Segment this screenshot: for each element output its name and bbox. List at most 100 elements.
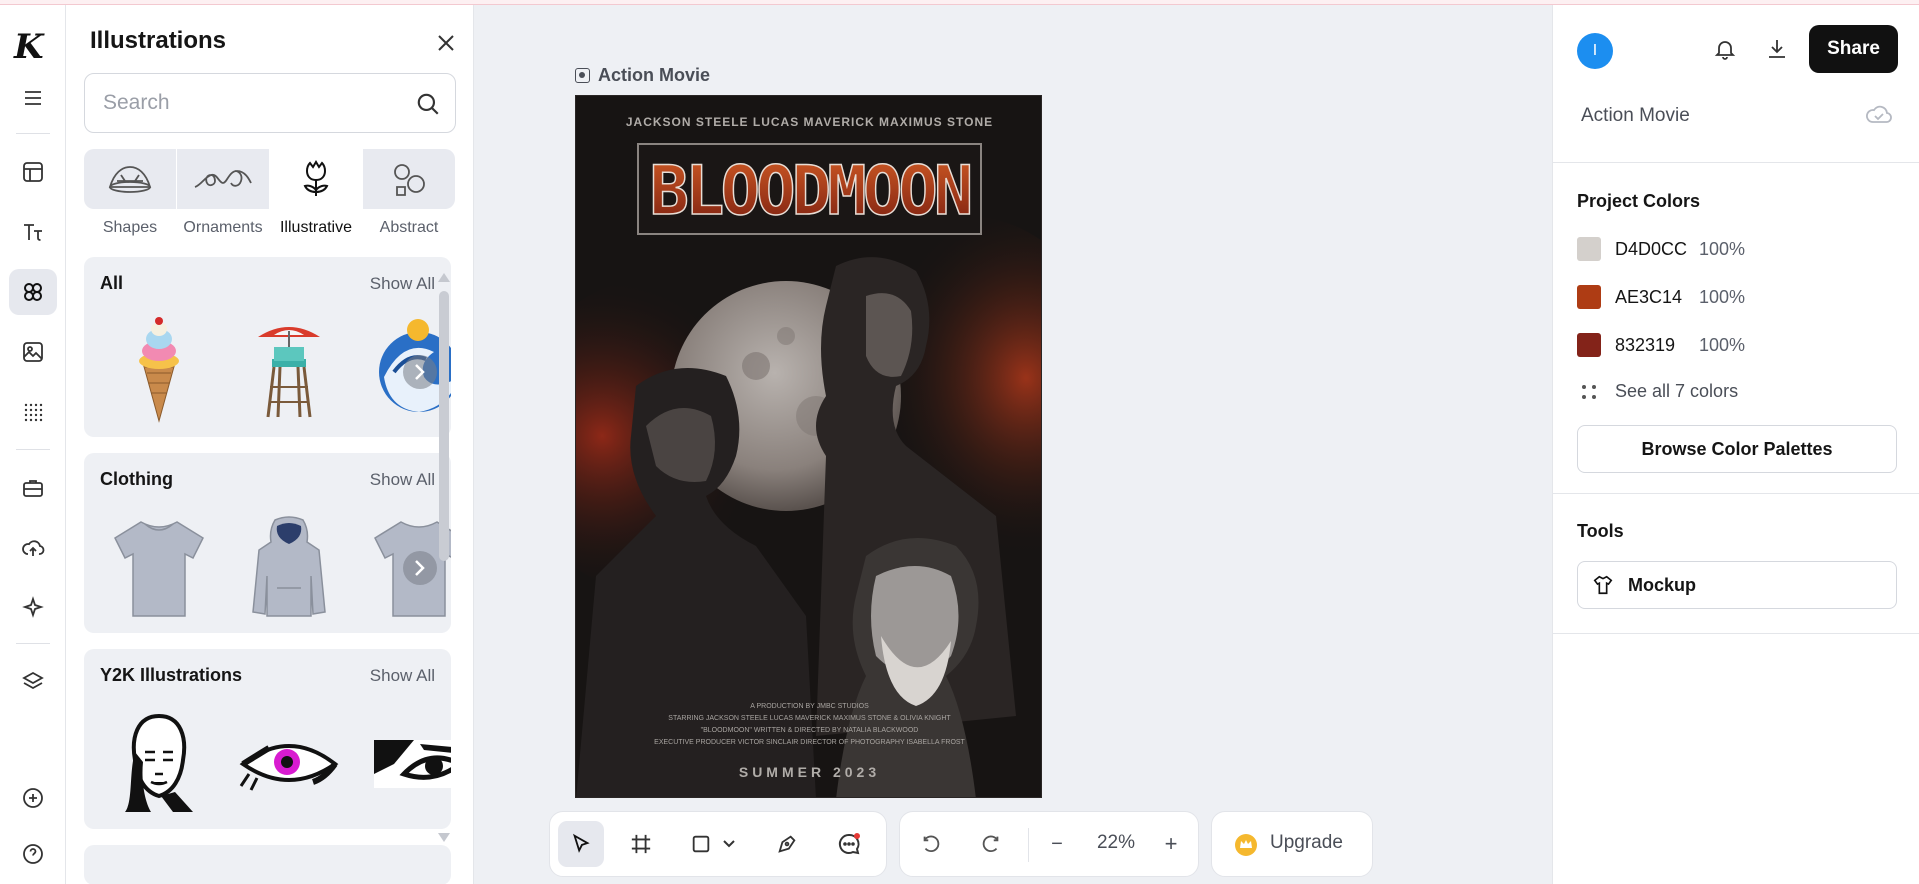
illustrations-list[interactable]: All Show All Clothing Show All Y2K Illus… [84,257,456,884]
tools-toolbar [549,811,887,877]
chevron-down-icon[interactable] [716,821,742,867]
templates-icon[interactable] [9,149,57,195]
text-icon[interactable] [9,209,57,255]
scroll-down-icon[interactable] [438,833,450,842]
color-row[interactable]: 832319 100% [1577,331,1745,359]
section-title: Clothing [100,469,173,489]
uploads-icon[interactable] [9,525,57,571]
photos-icon[interactable] [9,329,57,375]
section-title: Y2K Illustrations [100,665,243,685]
section-next [84,845,451,884]
tab-abstract[interactable]: Abstract [363,149,456,241]
tab-label: Illustrative [279,219,353,236]
rail-divider [16,133,50,134]
zoom-out-button[interactable]: − [1034,821,1080,867]
toolbar-divider [1028,828,1029,862]
poster-credit-line: A PRODUCTION BY JMBC STUDIOS [750,703,869,710]
poster-credit-line: "BLOODMOON" WRITTEN & DIRECTED BY NATALI… [701,727,919,734]
poster-credit-line: EXECUTIVE PRODUCER VICTOR SINCLAIR DIREC… [654,739,965,746]
color-row[interactable]: AE3C14 100% [1577,283,1745,311]
hoodie[interactable] [234,513,344,623]
mockup-button[interactable]: Mockup [1577,561,1897,609]
undo-icon[interactable] [908,821,954,867]
scrollbar-thumb[interactable] [439,291,449,561]
comment-icon[interactable] [826,821,872,867]
ai-icon[interactable] [9,585,57,631]
menu-icon[interactable] [9,75,57,121]
tools-title: Tools [1577,521,1624,541]
poster-artwork: JACKSON STEELE LUCAS MAVERICK MAXIMUS ST… [576,96,1041,797]
poster-top-credits: JACKSON STEELE LUCAS MAVERICK MAXIMUS ST… [626,115,993,129]
help-icon[interactable] [9,831,57,877]
pink-eye[interactable] [234,709,344,819]
illustrations-panel: Illustrations Shapes Ornaments Illustrat… [66,5,474,884]
properties-panel: I Share Action Movie Project Colors D4D0… [1552,5,1919,884]
show-all-link[interactable]: Show All [370,470,435,490]
show-all-link[interactable]: Show All [370,666,435,686]
elements-icon[interactable] [9,269,57,315]
section-title: All [100,273,124,293]
movie-poster[interactable]: JACKSON STEELE LUCAS MAVERICK MAXIMUS ST… [575,95,1042,798]
share-button[interactable]: Share [1809,25,1898,73]
tab-illustrative[interactable]: Illustrative [270,149,363,241]
zoom-in-button[interactable]: + [1148,821,1194,867]
bell-icon[interactable] [1711,35,1739,63]
avatar[interactable]: I [1577,33,1613,69]
rail-divider [16,449,50,450]
section-divider [1553,633,1919,634]
section-divider [1553,493,1919,494]
color-row[interactable]: D4D0CC 100% [1577,235,1745,263]
search-input[interactable] [103,88,393,118]
layers-icon[interactable] [9,659,57,705]
close-icon[interactable] [432,29,460,57]
select-icon[interactable] [558,821,604,867]
color-opacity: 100% [1699,334,1746,355]
color-swatch[interactable] [1577,285,1601,309]
chevron-right-icon[interactable] [403,355,437,389]
color-swatch[interactable] [1577,237,1601,261]
rail-divider [16,643,50,644]
artboard-label[interactable]: Action Movie [575,65,710,86]
poster-credit-line: STARRING JACKSON STEELE LUCAS MAVERICK M… [668,715,951,722]
browse-color-palettes-button[interactable]: Browse Color Palettes [1577,425,1897,473]
thumbnail-row [84,699,451,823]
panel-scrollbar[interactable] [438,273,450,843]
abstract-icon [363,149,455,209]
section-clothing: Clothing Show All [84,453,451,633]
redo-icon[interactable] [968,821,1014,867]
thumbnail-row [84,503,451,627]
face-portrait[interactable] [104,709,214,819]
zoom-toolbar: − 22% + [899,811,1199,877]
pen-icon[interactable] [764,821,810,867]
color-opacity: 100% [1699,286,1746,307]
tulip-icon [270,149,362,209]
frame-icon[interactable] [618,821,664,867]
download-icon[interactable] [1763,35,1791,63]
see-all-colors-link[interactable]: See all 7 colors [1581,381,1738,402]
chevron-right-icon[interactable] [403,551,437,585]
search-icon[interactable] [415,91,441,117]
tab-ornaments[interactable]: Ornaments [177,149,270,241]
app-logo[interactable]: K [14,27,44,67]
patterns-icon[interactable] [9,389,57,435]
poster-title: BLOODMOON [650,152,970,231]
scroll-up-icon[interactable] [438,273,450,282]
color-swatch[interactable] [1577,333,1601,357]
brand-icon[interactable] [9,465,57,511]
poster-release-date: SUMMER 2023 [739,764,880,780]
ice-cream-cone[interactable] [104,317,214,427]
thumbnail-row [84,307,451,431]
category-tabs: Shapes Ornaments Illustrative Abstract [84,149,456,241]
show-all-link[interactable]: Show All [370,274,435,294]
crown-icon [1235,834,1257,856]
project-name[interactable]: Action Movie [1581,105,1690,127]
upgrade-button[interactable]: Upgrade [1211,811,1373,877]
lifeguard-tower[interactable] [234,317,344,427]
tab-shapes[interactable]: Shapes [84,149,177,241]
add-icon[interactable] [9,775,57,821]
project-colors-title: Project Colors [1577,191,1701,211]
zoom-level[interactable]: 22% [1086,832,1146,854]
t-shirt[interactable] [104,513,214,623]
tab-label: Ornaments [183,219,263,236]
canvas[interactable]: Action Movie JACKSON STEELE LUCAS MAVERI… [475,5,1551,884]
